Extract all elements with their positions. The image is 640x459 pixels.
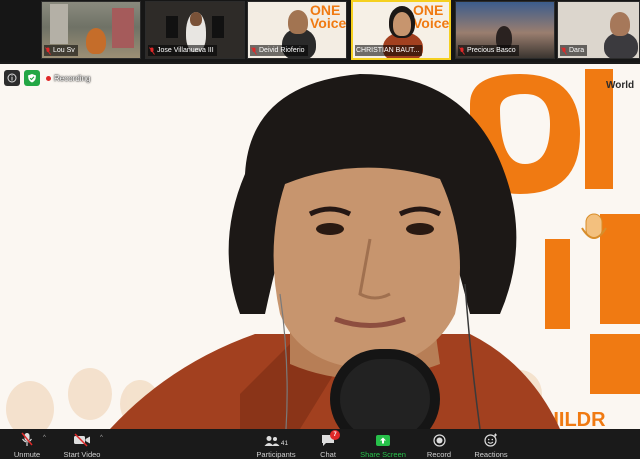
participant-tile[interactable]: ONE Voice Deivid Rioferio xyxy=(247,1,347,59)
participant-name-label: Lou Sv xyxy=(44,45,78,56)
participant-name-label: Precious Basco xyxy=(458,45,519,56)
reactions-label: Reactions xyxy=(474,450,508,459)
recording-dot-icon xyxy=(46,75,51,81)
chat-label: Chat xyxy=(320,450,336,459)
record-button[interactable]: Record xyxy=(424,429,454,459)
logo-fragment: ONE Voice xyxy=(310,2,347,31)
start-video-label: Start Video xyxy=(63,450,101,459)
participant-tile[interactable]: Lou Sv xyxy=(41,1,141,59)
participants-icon xyxy=(264,436,280,446)
meeting-info-controls: Recording xyxy=(4,70,90,86)
person-head xyxy=(288,10,308,34)
speaker-video-feed: World CHILDR xyxy=(0,64,640,429)
participant-tile[interactable]: Jose Villanueva III xyxy=(145,1,245,59)
mic-muted-icon xyxy=(251,46,257,55)
shield-icon xyxy=(28,74,36,83)
mic-muted-icon xyxy=(45,46,51,55)
participants-button[interactable]: 41 Participants xyxy=(254,429,298,459)
participant-name: Dara xyxy=(569,47,585,54)
meeting-toolbar: Unmute ^ Start Video ^ 41 Participants C… xyxy=(0,429,640,459)
recording-label: Recording xyxy=(54,73,91,83)
svg-text:World: World xyxy=(606,80,634,91)
emoji-smiley-icon xyxy=(484,433,497,447)
record-icon xyxy=(432,434,446,447)
video-off-icon xyxy=(74,433,90,447)
participant-name-label: CHRISTIAN BAUT... xyxy=(355,45,423,56)
participant-tile-active-speaker[interactable]: ONE Voice CHRISTIAN BAUT... xyxy=(351,0,451,60)
reactions-button[interactable]: Reactions xyxy=(472,429,510,459)
participant-name: Jose Villanueva III xyxy=(157,47,214,54)
person-silhouette xyxy=(604,32,638,58)
person-head xyxy=(190,12,202,26)
mic-muted-icon xyxy=(459,46,465,55)
active-speaker-video: World CHILDR Recording xyxy=(0,64,640,429)
speaker-shape xyxy=(166,16,178,38)
building-shape xyxy=(112,8,134,48)
security-button[interactable] xyxy=(24,70,40,86)
person-head xyxy=(393,12,411,36)
person-silhouette xyxy=(86,28,106,54)
participant-name: Precious Basco xyxy=(467,47,516,54)
building-shape xyxy=(50,4,68,44)
logo-fragment: ONE Voice xyxy=(413,2,450,31)
gallery-strip: Lou Sv Jose Villanueva III ONE Voice Deiv… xyxy=(0,0,640,62)
unmute-button[interactable]: Unmute xyxy=(10,429,44,459)
mic-muted-icon xyxy=(21,432,33,446)
person-head xyxy=(610,12,630,36)
mic-muted-icon xyxy=(561,46,567,55)
participant-name-label: Jose Villanueva III xyxy=(148,45,217,56)
audio-options-chevron-up-icon[interactable]: ^ xyxy=(43,435,46,441)
participant-tile[interactable]: Precious Basco xyxy=(455,1,555,59)
participant-name: Deivid Rioferio xyxy=(259,47,305,54)
zoom-meeting-window: Lou Sv Jose Villanueva III ONE Voice Deiv… xyxy=(0,0,640,459)
recording-indicator[interactable]: Recording xyxy=(46,74,90,83)
mic-muted-icon xyxy=(149,46,155,55)
video-options-chevron-up-icon[interactable]: ^ xyxy=(100,435,103,441)
share-screen-button[interactable]: Share Screen xyxy=(358,429,408,459)
start-video-button[interactable]: Start Video xyxy=(60,429,104,459)
unmute-label: Unmute xyxy=(13,450,41,459)
participant-name: CHRISTIAN BAUT... xyxy=(356,47,420,54)
participant-name-label: Deivid Rioferio xyxy=(250,45,308,56)
share-screen-arrow-icon xyxy=(376,435,390,446)
participant-tile[interactable]: Dara xyxy=(557,1,640,59)
chat-unread-badge: 7 xyxy=(330,430,340,440)
share-screen-label: Share Screen xyxy=(360,450,406,459)
info-icon xyxy=(7,73,17,83)
speaker-shape xyxy=(212,16,224,38)
participant-name: Lou Sv xyxy=(53,47,75,54)
participants-label: Participants xyxy=(256,450,296,459)
participant-name-label: Dara xyxy=(560,45,588,56)
participants-count: 41 xyxy=(280,440,289,447)
record-label: Record xyxy=(426,450,452,459)
meeting-info-button[interactable] xyxy=(4,70,20,86)
